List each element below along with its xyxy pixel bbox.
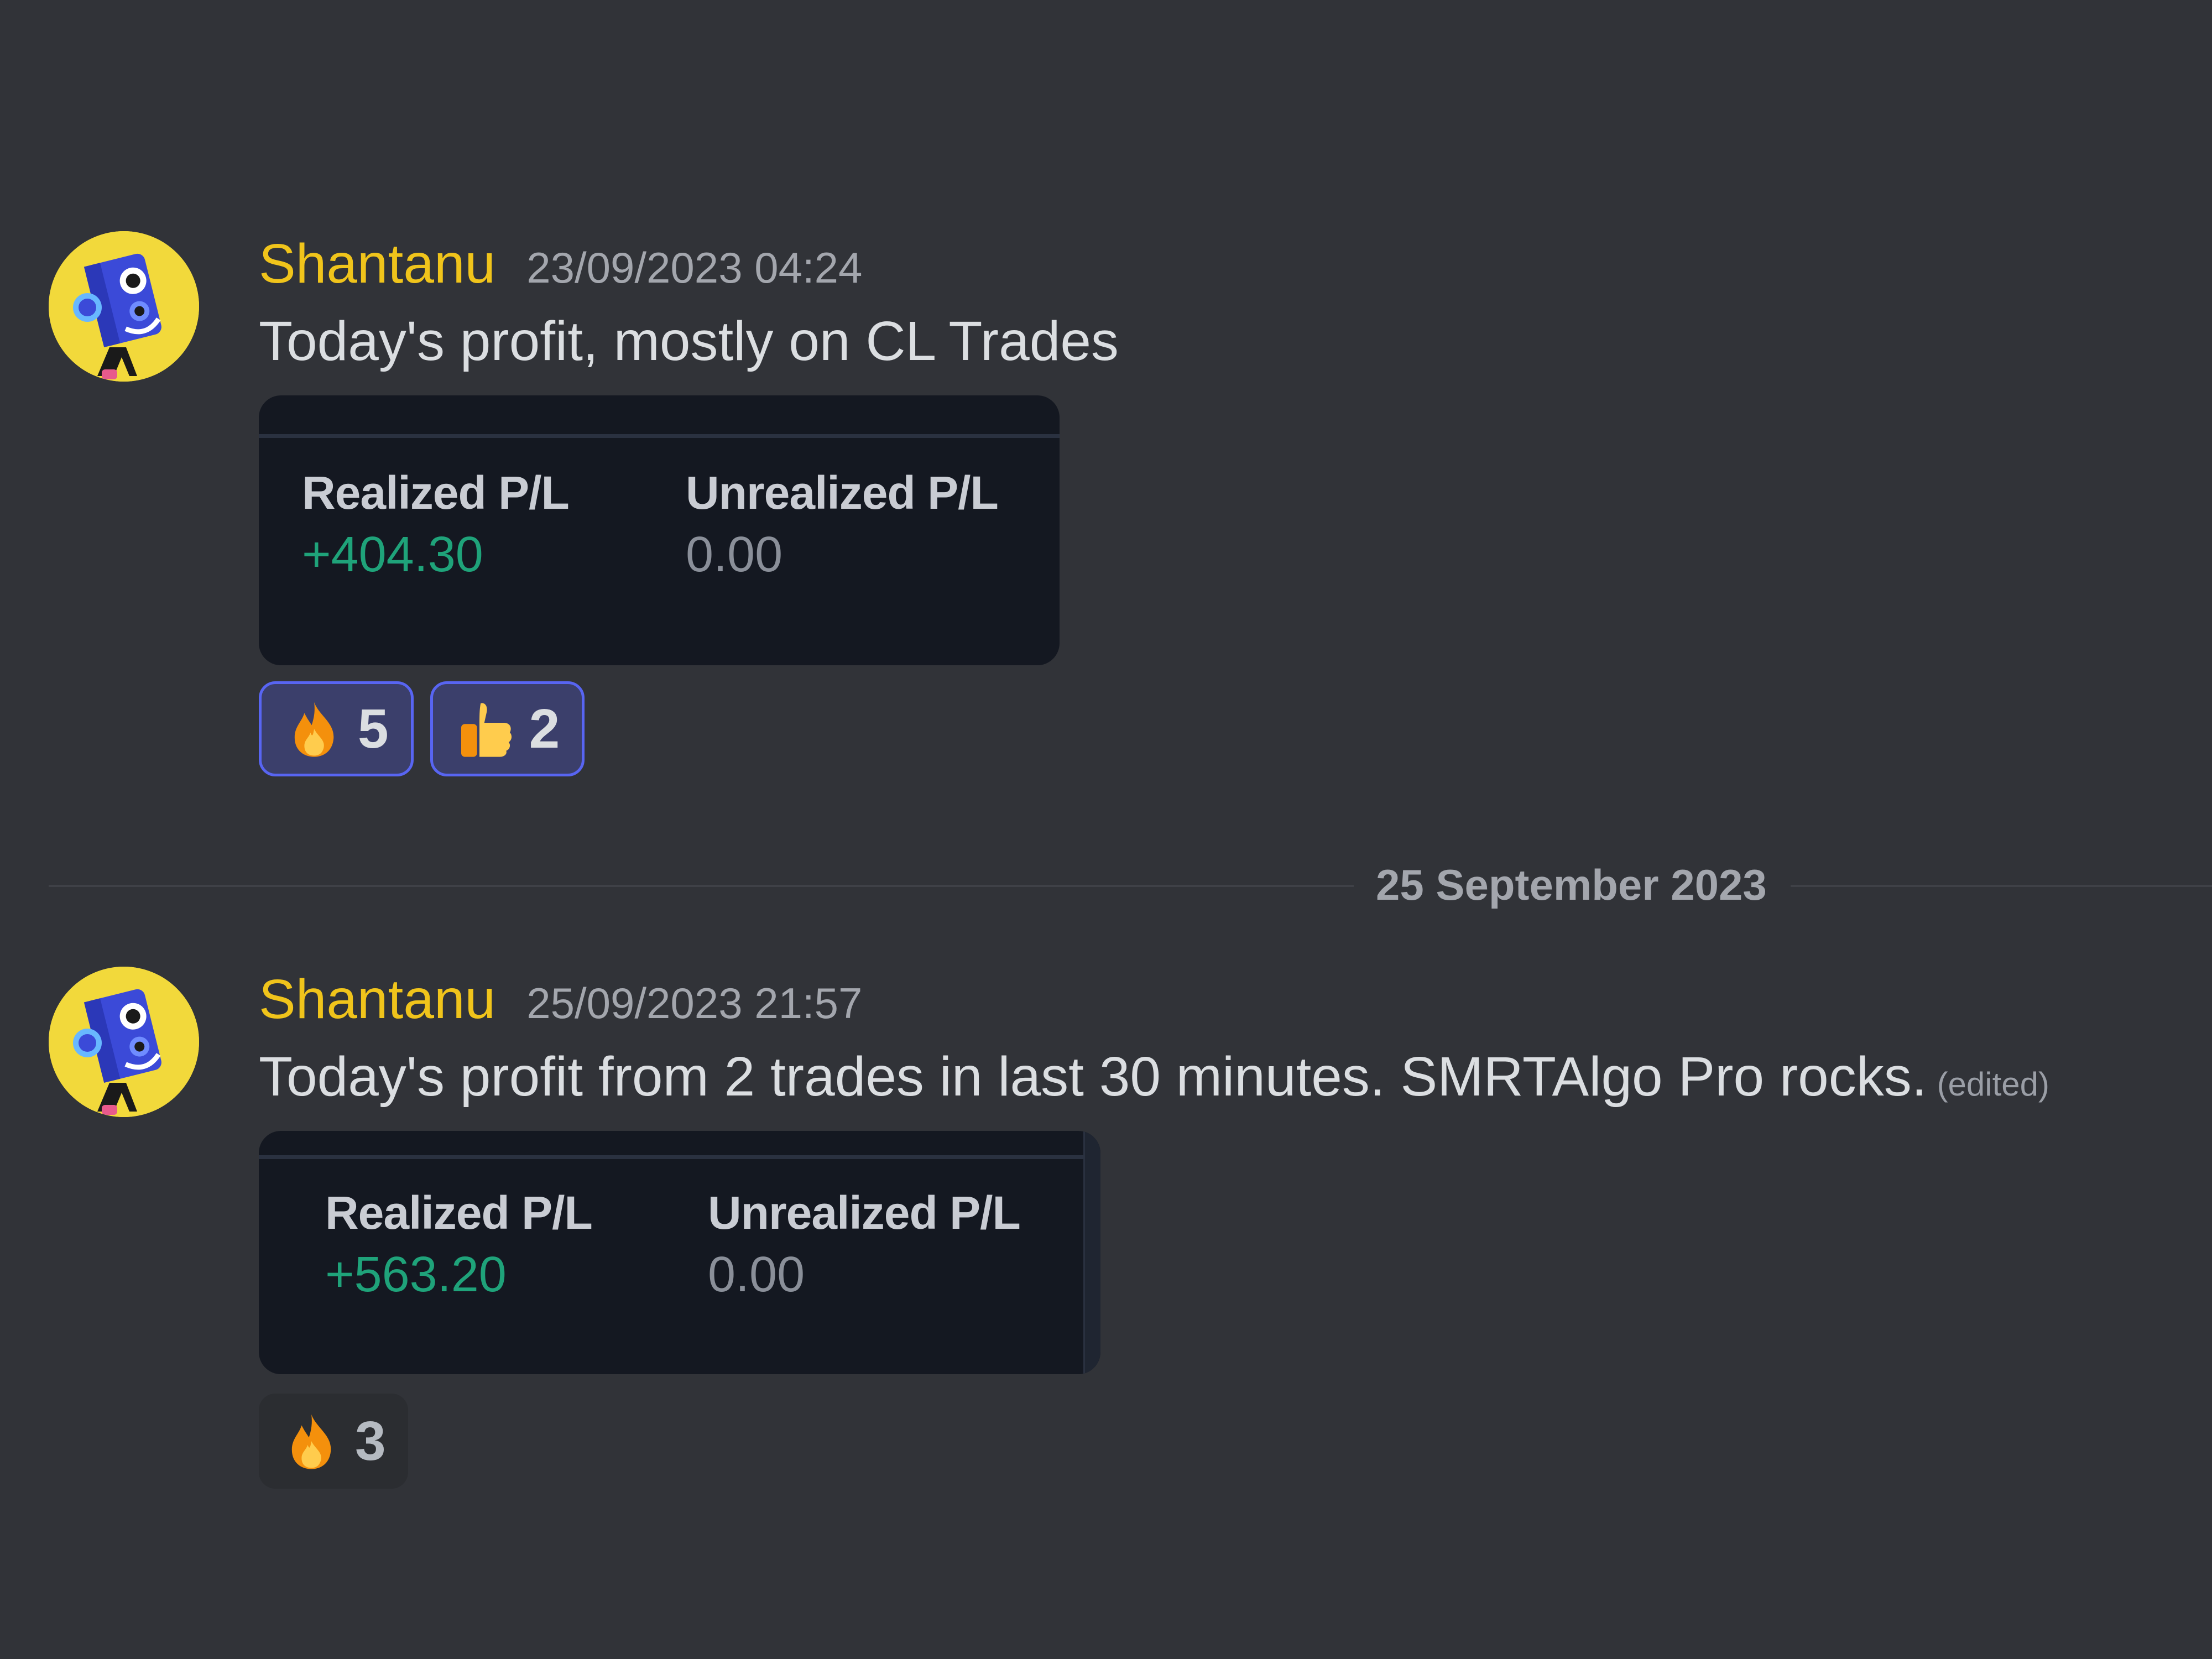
message-text: Today's profit from 2 trades in last 30 … xyxy=(259,1045,2049,1109)
reaction-count: 5 xyxy=(358,697,389,760)
attachment-divider xyxy=(259,434,1060,438)
divider-line xyxy=(1791,885,2212,887)
user-avatar[interactable] xyxy=(49,967,199,1117)
image-attachment[interactable]: Realized P/L +563.20 Unrealized P/L 0.00 xyxy=(259,1131,1100,1374)
realized-pl-label: Realized P/L xyxy=(325,1187,593,1239)
unrealized-pl-label: Unrealized P/L xyxy=(708,1187,1021,1239)
image-attachment[interactable]: Realized P/L +404.30 Unrealized P/L 0.00 xyxy=(259,395,1060,665)
unrealized-pl-value: 0.00 xyxy=(708,1247,805,1302)
timestamp: 23/09/2023 04:24 xyxy=(526,243,863,292)
attachment-divider xyxy=(259,1155,1100,1159)
username[interactable]: Shantanu xyxy=(259,968,495,1031)
realized-pl-value: +404.30 xyxy=(302,527,483,582)
date-divider: 25 September 2023 xyxy=(49,863,2212,907)
message-header: Shantanu 23/09/2023 04:24 xyxy=(259,232,862,299)
message-body: Today's profit from 2 trades in last 30 … xyxy=(259,1046,1927,1108)
unrealized-pl: Unrealized P/L 0.00 xyxy=(708,1186,1021,1303)
fire-icon xyxy=(281,1411,342,1472)
realized-pl: Realized P/L +563.20 xyxy=(325,1186,593,1303)
timestamp: 25/09/2023 21:57 xyxy=(526,979,863,1027)
unrealized-pl-value: 0.00 xyxy=(686,527,783,582)
reaction-thumbs-up[interactable]: 2 xyxy=(430,681,585,776)
message-header: Shantanu 25/09/2023 21:57 xyxy=(259,968,862,1034)
reaction-count: 3 xyxy=(355,1410,386,1472)
reactions: 3 xyxy=(259,1394,408,1489)
reaction-fire[interactable]: 3 xyxy=(259,1394,408,1489)
message-text: Today's profit, mostly on CL Trades xyxy=(259,310,1119,373)
realized-pl-value: +563.20 xyxy=(325,1247,507,1302)
unrealized-pl-label: Unrealized P/L xyxy=(686,467,999,519)
divider-line xyxy=(49,885,1354,887)
username[interactable]: Shantanu xyxy=(259,232,495,296)
avatar-robot-icon xyxy=(49,967,199,1117)
fire-icon xyxy=(284,698,345,759)
reaction-fire[interactable]: 5 xyxy=(259,681,414,776)
user-avatar[interactable] xyxy=(49,231,199,382)
date-divider-label: 25 September 2023 xyxy=(1376,860,1767,909)
realized-pl-label: Realized P/L xyxy=(302,467,570,519)
reaction-count: 2 xyxy=(529,697,560,760)
realized-pl: Realized P/L +404.30 xyxy=(302,466,570,583)
thumbs-up-icon xyxy=(455,698,516,759)
attachment-edge xyxy=(1083,1131,1100,1374)
message-body: Today's profit, mostly on CL Trades xyxy=(259,310,1119,372)
reactions: 5 2 xyxy=(259,681,585,776)
unrealized-pl: Unrealized P/L 0.00 xyxy=(686,466,999,583)
avatar-robot-icon xyxy=(49,231,199,382)
edited-indicator: (edited) xyxy=(1937,1066,2049,1103)
